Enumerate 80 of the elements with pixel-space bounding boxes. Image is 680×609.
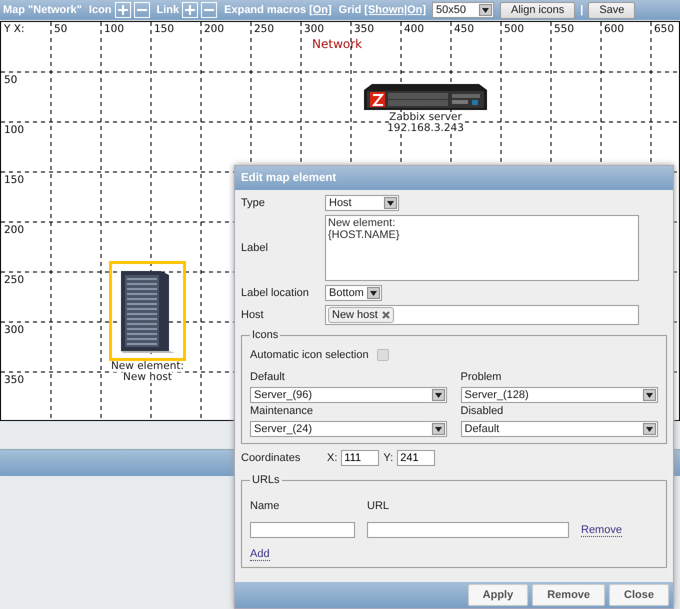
add-url-link[interactable]: Add [250,548,270,561]
dialog-button[interactable]: Apply [468,584,528,606]
icon-select[interactable]: Default [460,421,658,437]
dialog-title: Edit map element [235,166,673,190]
urls-legend: URLs [250,474,282,486]
element-label: 192.168.3.243 [387,123,464,134]
x-axis-tick: 400 [404,23,424,35]
type-label: Type [241,197,266,209]
y-axis-tick: 50 [4,74,18,86]
icon-select[interactable]: Server_(128) [460,387,658,403]
x-axis-tick: 150 [154,23,174,35]
element-label: New host [123,372,172,383]
align-icons-button[interactable]: Align icons [500,2,576,18]
plus-icon [184,4,196,16]
remove-icon-button[interactable] [134,2,150,18]
icon-select-label: Default [250,371,286,383]
axis-label: Y X: [4,23,24,35]
link-label: Link [156,4,180,16]
element-label: Zabbix server [389,112,462,123]
y-label: Y: [383,452,394,464]
grid-size-select[interactable]: 50x50 [432,2,494,18]
remove-url-link[interactable]: Remove [581,524,622,536]
icon-label: Icon [88,4,112,16]
x-axis-tick: 600 [604,23,624,35]
x-axis-tick: 50 [54,23,68,35]
x-axis-tick: 100 [104,23,124,35]
add-icon-button[interactable] [114,2,131,18]
grid-label: Grid [338,4,362,16]
map-title: Map "Network" [3,4,82,16]
icons-legend: Icons [250,329,280,341]
label-textarea[interactable]: New element: {HOST.NAME} [325,215,639,281]
expand-macros-label: Expand macros [224,4,306,16]
x-field[interactable]: 111 [341,450,380,466]
x-axis-tick: 550 [554,23,574,35]
y-axis-tick: 200 [4,224,24,236]
x-axis-tick: 300 [304,23,324,35]
icon-select-label: Maintenance [250,405,314,417]
close-icon[interactable] [382,311,390,319]
icon-select[interactable]: Server_(96) [250,387,447,403]
x-axis-tick: 450 [454,23,474,35]
automatic-icon-checkbox[interactable] [376,349,389,361]
automatic-icon-label: Automatic icon selection [250,349,369,361]
map-name: Network [312,37,362,51]
label-location-label: Label location [241,287,310,299]
add-link-button[interactable] [182,2,198,18]
y-axis-tick: 300 [4,324,24,336]
x-axis-tick: 650 [654,23,674,35]
tower-server-icon [109,261,186,361]
rack-server-icon [362,82,489,112]
x-axis-tick: 250 [254,23,274,35]
icon-select[interactable]: Server_(24) [250,421,447,437]
x-axis-tick: 350 [354,23,374,35]
plus-icon [116,4,129,16]
icon-select-label: Disabled [460,405,504,417]
separator: | [580,4,584,16]
host-label: Host [241,309,265,321]
y-field[interactable]: 241 [397,450,436,466]
dialog-button[interactable]: Remove [532,584,606,606]
url-name-field[interactable] [250,522,355,538]
host-tag[interactable]: New host [328,307,394,323]
x-axis-tick: 500 [504,23,524,35]
url-field[interactable] [367,522,569,538]
y-axis-tick: 150 [4,174,24,186]
label-location-select[interactable]: Bottom [325,285,382,301]
save-button[interactable]: Save [588,2,636,18]
dialog-button[interactable]: Close [609,584,669,606]
host-field[interactable]: New host [325,305,639,325]
type-select[interactable]: Host [325,195,399,211]
label-label: Label [241,242,269,254]
coordinates-label: Coordinates [241,452,302,464]
element-label: New element: [110,361,184,372]
icon-select-label: Problem [460,371,502,383]
y-axis-tick: 100 [4,124,24,136]
name-header: Name [250,500,280,512]
remove-link-button[interactable] [201,2,218,18]
y-axis-tick: 250 [4,274,24,286]
x-label: X: [327,452,338,464]
y-axis-tick: 350 [4,374,24,386]
x-axis-tick: 200 [204,23,224,35]
url-header: URL [367,500,390,512]
